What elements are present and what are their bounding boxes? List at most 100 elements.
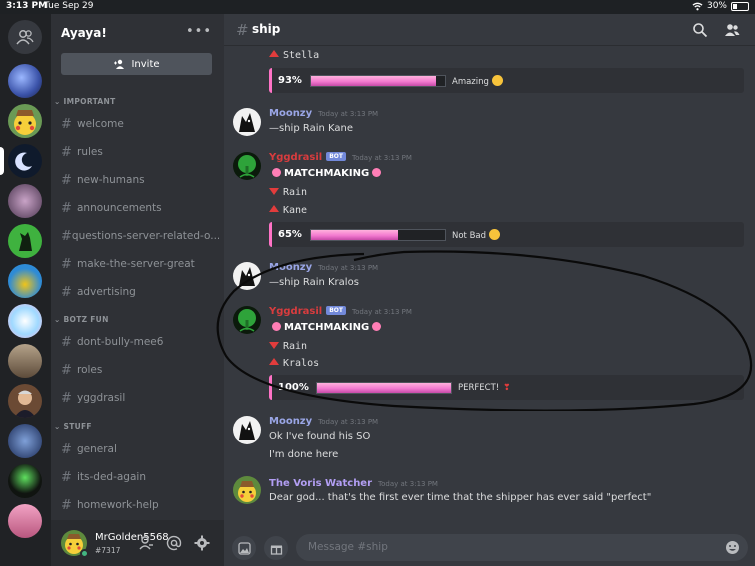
sparkling-heart-icon — [372, 322, 382, 331]
guild-menu-icon[interactable]: ••• — [186, 24, 212, 39]
server-icon-8[interactable] — [8, 344, 42, 378]
server-icon-3[interactable] — [8, 144, 42, 178]
message-text: —ship Rain Kralos — [269, 277, 359, 288]
user-panel: MrGolden5568 #7317 — [51, 520, 224, 566]
server-icon-7[interactable] — [8, 304, 42, 338]
channel-rules[interactable]: # rules — [61, 142, 219, 162]
match-embed: 100% PERFECT! ❣ — [269, 375, 744, 400]
channel-general[interactable]: # general — [61, 439, 219, 459]
channel-title: ship — [252, 22, 281, 36]
message-author[interactable]: Moonzy Today at 3:13 PM — [269, 262, 378, 273]
yggdrasil-avatar[interactable] — [233, 152, 261, 180]
channel-label: dont-bully-mee6 — [77, 336, 164, 348]
channel-label: questions-server-related-o... — [71, 230, 219, 242]
sparkling-heart-icon — [372, 168, 382, 177]
match-percent: 65% — [278, 229, 302, 240]
channel-advertising[interactable]: # advertising — [61, 282, 219, 302]
server-icon-9[interactable] — [8, 384, 42, 418]
match-verdict: Not Bad — [452, 228, 501, 241]
server-icon-12[interactable] — [8, 504, 42, 538]
invite-button[interactable]: Invite — [61, 53, 212, 75]
message-text: I'm done here — [269, 449, 339, 460]
gift-button[interactable] — [264, 536, 288, 560]
up-triangle-icon — [269, 358, 279, 365]
battery-icon — [731, 1, 749, 11]
channel-label: new-humans — [77, 174, 145, 186]
message-input[interactable]: Message #ship — [296, 534, 748, 561]
message-author[interactable]: Moonzy Today at 3:13 PM — [269, 108, 378, 119]
invite-label: Invite — [131, 58, 160, 70]
wifi-icon — [692, 2, 703, 10]
emoji-picker-icon[interactable] — [725, 540, 740, 555]
moonzy-avatar[interactable] — [233, 108, 261, 136]
channel-hash-icon: # — [236, 21, 249, 39]
match-name-line: Rain — [269, 341, 307, 352]
voris-watcher-avatar[interactable] — [233, 476, 261, 504]
match-verdict: PERFECT! ❣ — [458, 382, 511, 393]
server-icon-5[interactable] — [8, 224, 42, 258]
member-list-icon[interactable] — [724, 22, 740, 38]
channel-label: rules — [77, 146, 103, 158]
channel-questions-server-related-o[interactable]: # questions-server-related-o... — [61, 226, 219, 246]
message-composer: Message #ship — [224, 526, 755, 566]
channel-hash-icon: # — [61, 441, 72, 457]
status-time: 3:13 PM — [6, 1, 48, 11]
user-discriminator: #7317 — [95, 546, 121, 555]
channel-homework-help[interactable]: # homework-help — [61, 495, 219, 515]
down-triangle-icon — [269, 188, 279, 195]
message-text: Dear god... that's the first ever time t… — [269, 492, 652, 503]
channel-dont-bully-mee6[interactable]: # dont-bully-mee6 — [61, 332, 219, 352]
server-icon-10[interactable] — [8, 424, 42, 458]
guild-name[interactable]: Ayaya! — [61, 26, 107, 40]
moonzy-avatar[interactable] — [233, 262, 261, 290]
server-icon-6[interactable] — [8, 264, 42, 298]
moonzy-avatar[interactable] — [233, 416, 261, 444]
add-user-icon — [114, 59, 125, 69]
status-right: 30% — [692, 1, 749, 11]
category-stuff[interactable]: ⌄ STUFF — [54, 422, 92, 431]
channel-label: make-the-server-great — [77, 258, 195, 270]
bot-badge: BOT — [326, 306, 346, 315]
channel-its-ded-again[interactable]: # its-ded-again — [61, 467, 219, 487]
channel-label: advertising — [77, 286, 136, 298]
channel-label: homework-help — [77, 499, 159, 511]
server-icon-2[interactable] — [8, 104, 42, 138]
gift-icon — [270, 545, 282, 555]
home-button[interactable] — [8, 20, 42, 54]
matchmaking-title: MATCHMAKING — [269, 168, 384, 179]
message-text: Ok I've found his SO — [269, 431, 371, 442]
grimacing-emoji — [489, 228, 501, 240]
channel-make-the-server-great[interactable]: # make-the-server-great — [61, 254, 219, 274]
channel-yggdrasil[interactable]: # yggdrasil — [61, 388, 219, 408]
channel-roles[interactable]: # roles — [61, 360, 219, 380]
image-icon — [237, 541, 251, 555]
server-icon-1[interactable] — [8, 64, 42, 98]
channel-new-humans[interactable]: # new-humans — [61, 170, 219, 190]
channel-sidebar: Ayaya! ••• Invite ⌄ IMPORTANT # welcome # r… — [51, 14, 224, 566]
server-icon-4[interactable] — [8, 184, 42, 218]
server-icon-11[interactable] — [8, 464, 42, 498]
category-important[interactable]: ⌄ IMPORTANT — [54, 97, 116, 106]
mention-icon[interactable] — [166, 535, 182, 551]
friends-icon[interactable] — [138, 535, 154, 551]
message-author[interactable]: The Voris Watcher Today at 3:13 PM — [269, 478, 438, 489]
channel-header: # ship — [224, 14, 755, 46]
message-author[interactable]: Moonzy Today at 3:13 PM — [269, 416, 378, 427]
channel-welcome[interactable]: # welcome — [61, 114, 219, 134]
channel-label: roles — [77, 364, 103, 376]
message-author[interactable]: Yggdrasil BOT Today at 3:13 PM — [269, 306, 412, 317]
channel-label: general — [77, 443, 117, 455]
search-icon[interactable] — [692, 22, 708, 38]
channel-hash-icon: # — [61, 390, 72, 406]
upload-image-button[interactable] — [232, 536, 256, 560]
channel-announcements[interactable]: # announcements — [61, 198, 219, 218]
channel-hash-icon: # — [61, 228, 72, 244]
channel-hash-icon: # — [61, 469, 72, 485]
match-name-line: Kralos — [269, 358, 319, 369]
settings-gear-icon[interactable] — [194, 535, 210, 551]
message-author[interactable]: Yggdrasil BOT Today at 3:13 PM — [269, 152, 412, 163]
username: MrGolden5568 — [95, 532, 169, 543]
category-botz-fun[interactable]: ⌄ BOTZ FUN — [54, 315, 109, 324]
friends-icon — [16, 30, 34, 45]
yggdrasil-avatar[interactable] — [233, 306, 261, 334]
